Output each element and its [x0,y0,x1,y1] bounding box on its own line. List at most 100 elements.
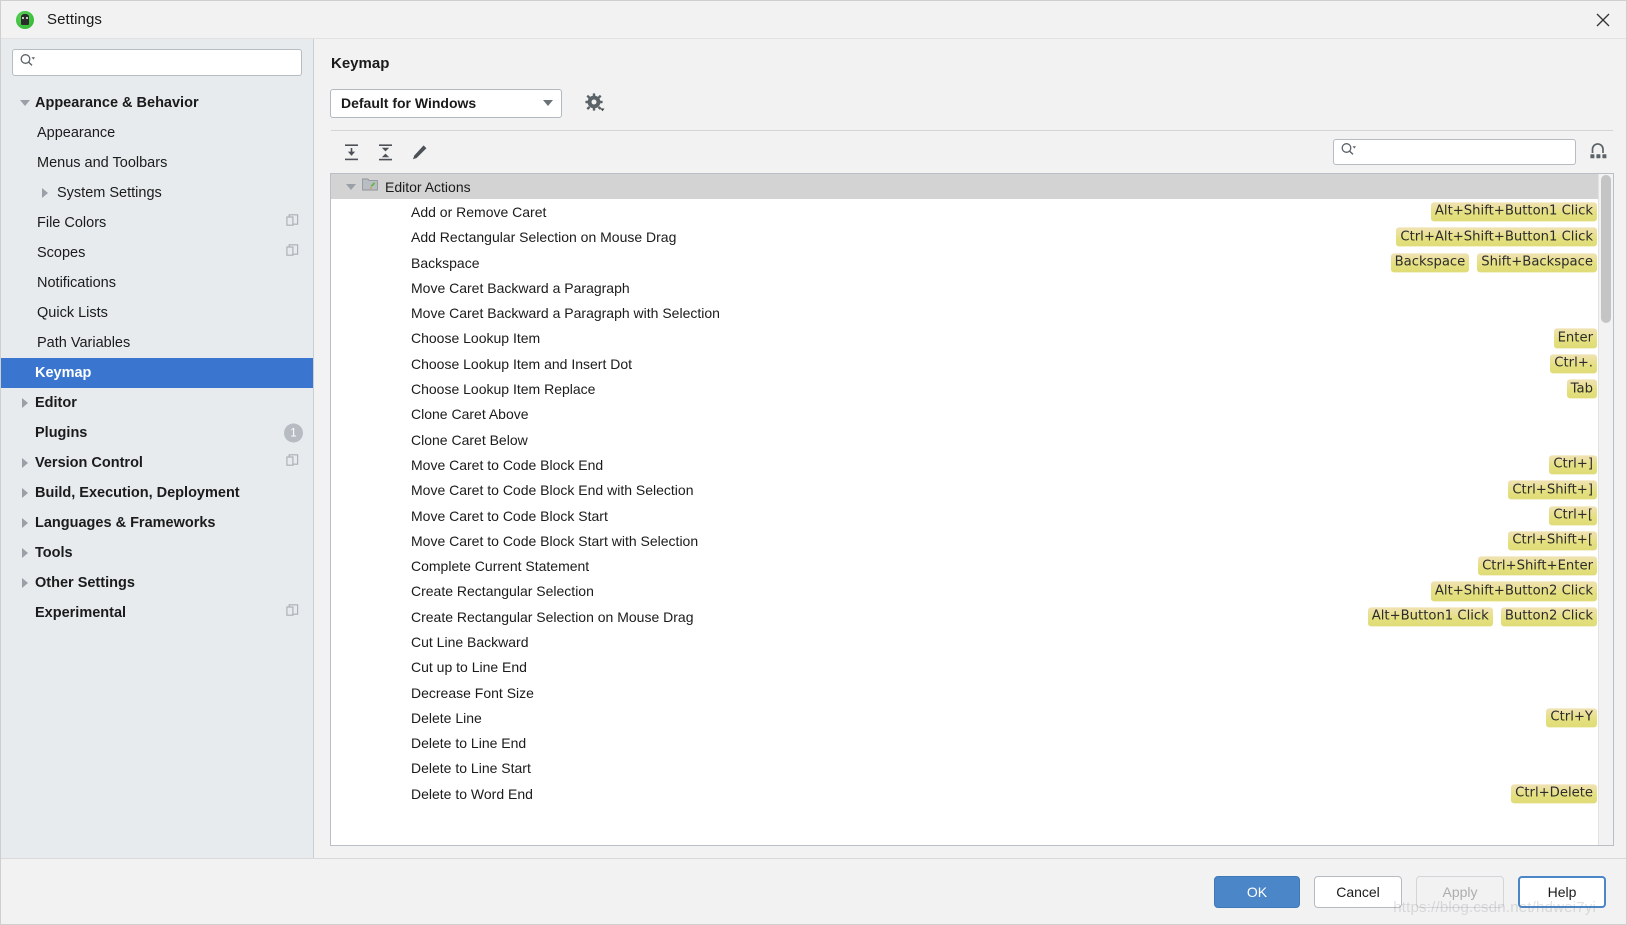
chevron-down-icon[interactable] [340,183,362,190]
action-row[interactable]: Backspace Backspace Shift+Backspace [331,250,1598,275]
shortcut-badge[interactable]: Ctrl+Shift+Enter [1478,556,1597,576]
sidebar-item-appearance[interactable]: Appearance [1,118,313,148]
keymap-filter-box[interactable] [1333,139,1576,165]
action-row[interactable]: Add or Remove Caret Alt+Shift+Button1 Cli… [331,199,1598,224]
shortcut-badge[interactable]: Ctrl+Delete [1511,784,1597,804]
shortcut-badge[interactable]: Enter [1553,328,1597,349]
keymap-action-tree[interactable]: Editor Actions Add or Remove Caret Alt+Shi… [330,173,1614,846]
shortcut-badge[interactable]: Ctrl+] [1549,455,1597,475]
copy-config-icon [286,244,299,262]
chevron-right-icon[interactable] [15,578,35,588]
sidebar-item-file-colors[interactable]: File Colors [1,208,313,238]
keymap-select[interactable]: Default for Windows [330,88,562,118]
action-label: Move Caret Backward a Paragraph with Sel… [411,305,720,322]
close-icon[interactable] [1580,1,1626,39]
edit-shortcut-icon[interactable] [404,139,434,165]
action-row[interactable]: Move Caret to Code Block Start Ctrl+[ [331,503,1598,528]
shortcut-list: Ctrl+Shift+] [1508,480,1597,500]
shortcut-badge[interactable]: Ctrl+Shift+] [1508,480,1597,500]
shortcut-list: Tab [1566,379,1597,399]
chevron-right-icon[interactable] [35,188,55,198]
action-row[interactable]: Move Caret to Code Block End Ctrl+] [331,452,1598,477]
chevron-right-icon[interactable] [15,488,35,498]
sidebar-item-path-variables[interactable]: Path Variables [1,328,313,358]
chevron-right-icon[interactable] [15,548,35,558]
sidebar-item-appearance-behavior[interactable]: Appearance & Behavior [1,88,313,118]
sidebar-item-build-execution-deployment[interactable]: Build, Execution, Deployment [1,478,313,508]
action-row[interactable]: Delete to Word End Ctrl+Delete [331,781,1598,806]
chevron-down-icon[interactable] [15,100,35,106]
shortcut-badge[interactable]: Ctrl+Alt+Shift+Button1 Click [1396,227,1597,247]
shortcut-badge[interactable]: Backspace [1390,252,1470,273]
sidebar-item-other-settings[interactable]: Other Settings [1,568,313,598]
action-label: Clone Caret Above [411,406,529,423]
sidebar-item-keymap[interactable]: Keymap [1,358,313,388]
action-group-row[interactable]: Editor Actions [331,174,1598,200]
action-row[interactable]: Cut up to Line End [331,655,1598,680]
sidebar-item-system-settings[interactable]: System Settings [1,178,313,208]
keymap-filter-input[interactable] [1360,140,1569,164]
action-row[interactable]: Complete Current Statement Ctrl+Shift+Ent… [331,553,1598,578]
keymap-selector-row: Default for Windows [330,88,1614,118]
sidebar-item-plugins[interactable]: Plugins 1 [1,418,313,448]
shortcut-badge[interactable]: Ctrl+Shift+[ [1508,531,1597,551]
shortcut-badge[interactable]: Alt+Button1 Click [1367,607,1493,627]
cancel-button[interactable]: Cancel [1314,875,1402,908]
action-row[interactable]: Move Caret to Code Block End with Select… [331,478,1598,503]
shortcut-badge[interactable]: Ctrl+. [1550,354,1597,374]
sidebar-item-label: Scopes [37,245,86,261]
help-button[interactable]: Help [1518,875,1606,908]
action-row[interactable]: Clone Caret Above [331,402,1598,427]
action-row[interactable]: Move Caret Backward a Paragraph with Sel… [331,300,1598,325]
action-row[interactable]: Clone Caret Below [331,427,1598,452]
sidebar-item-scopes[interactable]: Scopes [1,238,313,268]
collapse-all-icon[interactable] [370,139,400,165]
sidebar-item-notifications[interactable]: Notifications [1,268,313,298]
action-row[interactable]: Choose Lookup Item Enter [331,326,1598,351]
shortcut-badge[interactable]: Tab [1566,379,1597,399]
sidebar-item-editor[interactable]: Editor [1,388,313,418]
shortcut-badge[interactable]: Ctrl+Y [1546,708,1597,728]
gear-icon[interactable] [580,88,610,118]
action-row[interactable]: Delete to Line Start [331,756,1598,781]
sidebar-item-tools[interactable]: Tools [1,538,313,568]
action-row[interactable]: Create Rectangular Selection on Mouse Dr… [331,604,1598,629]
sidebar-item-label: File Colors [37,215,107,231]
action-row[interactable]: Choose Lookup Item and Insert Dot Ctrl+. [331,351,1598,376]
action-row[interactable]: Choose Lookup Item Replace Tab [331,376,1598,401]
shortcut-badge[interactable]: Alt+Shift+Button2 Click [1430,581,1597,601]
action-row[interactable]: Move Caret Backward a Paragraph [331,275,1598,300]
action-row[interactable]: Create Rectangular Selection Alt+Shift+Bu… [331,579,1598,604]
sidebar-search-box[interactable] [12,49,302,76]
chevron-right-icon[interactable] [15,518,35,528]
sidebar-item-menus-and-toolbars[interactable]: Menus and Toolbars [1,148,313,178]
shortcut-badge[interactable]: Shift+Backspace [1477,252,1597,273]
scrollbar-thumb[interactable] [1601,175,1611,323]
sidebar-item-experimental[interactable]: Experimental [1,598,313,628]
action-label: Create Rectangular Selection [411,583,594,600]
action-row[interactable]: Add Rectangular Selection on Mouse Drag C… [331,225,1598,250]
shortcut-badge[interactable]: Alt+Shift+Button1 Click [1430,202,1597,222]
copy-config-icon [286,214,299,232]
sidebar-item-label: System Settings [57,185,162,201]
sidebar-search-input[interactable] [39,50,295,75]
vertical-scrollbar[interactable] [1598,174,1613,845]
action-row[interactable]: Cut Line Backward [331,629,1598,654]
expand-all-icon[interactable] [336,139,366,165]
sidebar-tree: Appearance & Behavior Appearance Menus and… [1,88,313,858]
shortcut-badge[interactable]: Ctrl+[ [1549,505,1597,526]
action-row[interactable]: Decrease Font Size [331,680,1598,705]
sidebar-item-languages-frameworks[interactable]: Languages & Frameworks [1,508,313,538]
sidebar-item-quick-lists[interactable]: Quick Lists [1,298,313,328]
action-row[interactable]: Delete to Line End [331,731,1598,756]
action-row[interactable]: Move Caret to Code Block Start with Sele… [331,528,1598,553]
shortcut-list: Alt+Button1 Click Button2 Click [1367,607,1597,627]
shortcut-badge[interactable]: Button2 Click [1500,607,1597,627]
shortcut-list: Ctrl+[ [1549,505,1597,526]
ok-button[interactable]: OK [1214,875,1300,908]
chevron-right-icon[interactable] [15,458,35,468]
action-row[interactable]: Delete Line Ctrl+Y [331,705,1598,730]
chevron-right-icon[interactable] [15,398,35,408]
keyboard-shortcut-filter-icon[interactable] [1584,139,1614,165]
sidebar-item-version-control[interactable]: Version Control [1,448,313,478]
